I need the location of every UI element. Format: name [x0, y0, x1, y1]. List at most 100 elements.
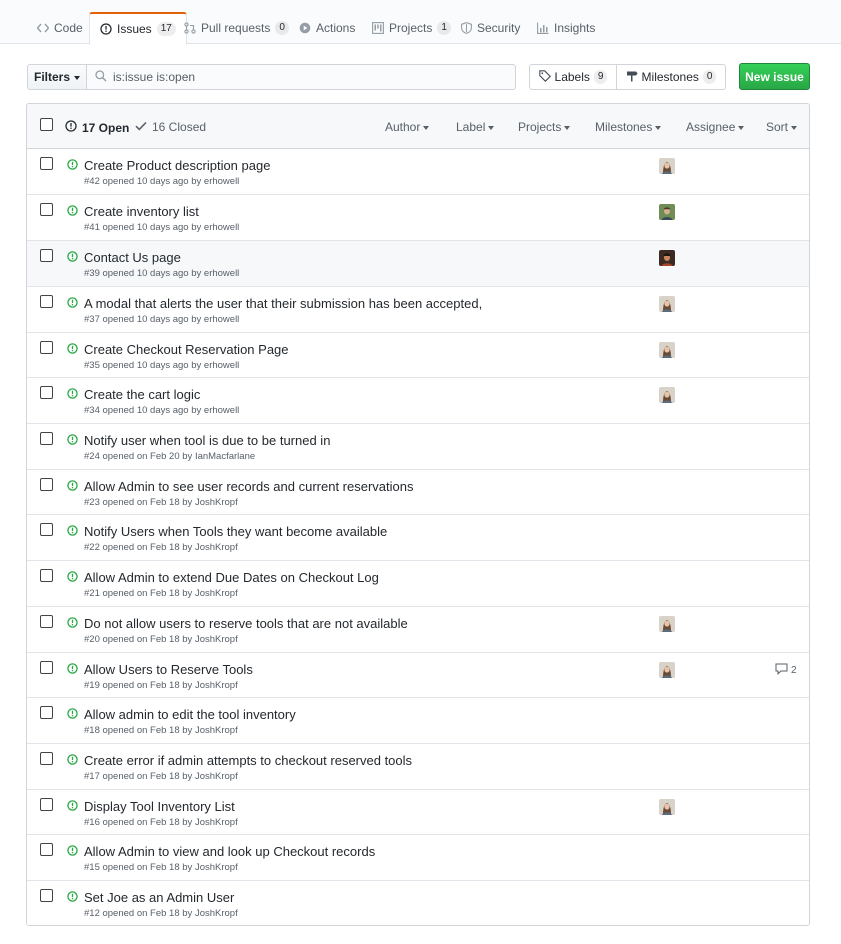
milestones-filter[interactable]: Milestones: [595, 120, 662, 134]
issue-author-link[interactable]: JoshKropf: [195, 497, 238, 508]
issue-checkbox[interactable]: [40, 295, 53, 308]
issue-author-link[interactable]: erhowell: [204, 268, 239, 279]
issue-author-link[interactable]: IanMacfarlane: [195, 451, 255, 462]
projects-filter[interactable]: Projects: [518, 120, 571, 134]
issue-title-link[interactable]: Allow Users to Reserve Tools: [84, 662, 253, 677]
open-issues-toggle[interactable]: 17 Open: [65, 120, 129, 135]
assignee-avatar[interactable]: [659, 616, 675, 632]
issue-title-link[interactable]: Notify user when tool is due to be turne…: [84, 433, 330, 448]
issue-title-link[interactable]: Allow Admin to view and look up Checkout…: [84, 844, 375, 859]
search-box[interactable]: [86, 64, 516, 90]
issue-row[interactable]: Allow Admin to extend Due Dates on Check…: [27, 561, 809, 607]
issue-row[interactable]: Create Checkout Reservation Page #35 open…: [27, 333, 809, 378]
label-filter[interactable]: Label: [456, 120, 495, 134]
issue-title-link[interactable]: Allow Admin to extend Due Dates on Check…: [84, 570, 379, 585]
issue-author-link[interactable]: erhowell: [204, 405, 239, 416]
issue-author-link[interactable]: JoshKropf: [195, 542, 238, 553]
issue-author-link[interactable]: JoshKropf: [195, 588, 238, 599]
issue-row[interactable]: Create error if admin attempts to checko…: [27, 744, 809, 790]
issue-row[interactable]: Allow Users to Reserve Tools #19 opened o…: [27, 653, 809, 698]
issue-row[interactable]: Set Joe as an Admin User #12 opened on Fe…: [27, 881, 809, 925]
issue-checkbox[interactable]: [40, 386, 53, 399]
issue-title-link[interactable]: Contact Us page: [84, 250, 181, 265]
tab-projects[interactable]: Projects 1: [362, 12, 461, 44]
filters-button[interactable]: Filters: [27, 64, 87, 90]
issue-checkbox[interactable]: [40, 523, 53, 536]
issue-author-link[interactable]: erhowell: [204, 360, 239, 371]
issue-title-link[interactable]: Create inventory list: [84, 204, 199, 219]
issue-author-link[interactable]: JoshKropf: [195, 771, 238, 782]
tab-pull-requests[interactable]: Pull requests 0: [174, 12, 299, 44]
issue-author-link[interactable]: erhowell: [204, 222, 239, 233]
issue-title-link[interactable]: Set Joe as an Admin User: [84, 890, 234, 905]
new-issue-button[interactable]: New issue: [739, 63, 810, 90]
issue-author-link[interactable]: erhowell: [204, 314, 239, 325]
issue-row[interactable]: Do not allow users to reserve tools that…: [27, 607, 809, 653]
issue-author-link[interactable]: JoshKropf: [195, 725, 238, 736]
closed-issues-toggle[interactable]: 16 Closed: [135, 120, 206, 134]
issue-checkbox[interactable]: [40, 889, 53, 902]
issue-checkbox[interactable]: [40, 615, 53, 628]
issue-row[interactable]: Create Product description page #42 opene…: [27, 149, 809, 195]
issue-author-link[interactable]: JoshKropf: [195, 634, 238, 645]
issue-author-link[interactable]: JoshKropf: [195, 817, 238, 828]
issue-checkbox[interactable]: [40, 478, 53, 491]
tab-code[interactable]: Code: [27, 12, 93, 44]
issue-row[interactable]: Notify user when tool is due to be turne…: [27, 424, 809, 470]
issue-title-link[interactable]: Allow Admin to see user records and curr…: [84, 479, 414, 494]
tab-insights[interactable]: Insights: [527, 12, 605, 44]
assignee-avatar[interactable]: [659, 799, 675, 815]
issue-checkbox[interactable]: [40, 203, 53, 216]
select-all-checkbox[interactable]: [40, 118, 53, 131]
comments-link[interactable]: 2: [775, 663, 797, 678]
assignee-avatar[interactable]: [659, 387, 675, 403]
tab-issues[interactable]: Issues 17: [89, 12, 187, 45]
issue-title-link[interactable]: Create error if admin attempts to checko…: [84, 753, 412, 768]
issue-row[interactable]: Notify Users when Tools they want become…: [27, 515, 809, 561]
issue-title-link[interactable]: Do not allow users to reserve tools that…: [84, 616, 408, 631]
issue-row[interactable]: Contact Us page #39 opened 10 days ago by…: [27, 241, 809, 287]
tab-security[interactable]: Security: [451, 12, 530, 44]
search-input[interactable]: [113, 70, 493, 84]
issue-title-link[interactable]: Create Product description page: [84, 158, 270, 173]
issue-row[interactable]: Display Tool Inventory List #16 opened on…: [27, 790, 809, 835]
assignee-avatar[interactable]: [659, 250, 675, 266]
assignee-filter[interactable]: Assignee: [686, 120, 745, 134]
issue-checkbox[interactable]: [40, 157, 53, 170]
issue-title-link[interactable]: Create Checkout Reservation Page: [84, 342, 289, 357]
issue-title-link[interactable]: A modal that alerts the user that their …: [84, 296, 482, 311]
issue-checkbox[interactable]: [40, 569, 53, 582]
sort-filter[interactable]: Sort: [766, 120, 798, 134]
issue-row[interactable]: Create the cart logic #34 opened 10 days …: [27, 378, 809, 424]
labels-button[interactable]: Labels 9: [529, 64, 617, 90]
issue-title-link[interactable]: Allow admin to edit the tool inventory: [84, 707, 296, 722]
milestones-button[interactable]: Milestones 0: [616, 64, 726, 90]
issue-author-link[interactable]: JoshKropf: [195, 908, 238, 919]
issue-row[interactable]: A modal that alerts the user that their …: [27, 287, 809, 333]
assignee-avatar[interactable]: [659, 296, 675, 312]
assignee-avatar[interactable]: [659, 342, 675, 358]
tab-actions[interactable]: Actions: [289, 12, 365, 44]
issue-author-link[interactable]: erhowell: [204, 176, 239, 187]
issue-title-link[interactable]: Display Tool Inventory List: [84, 799, 235, 814]
issue-checkbox[interactable]: [40, 249, 53, 262]
issue-author-link[interactable]: JoshKropf: [195, 862, 238, 873]
assignee-avatar[interactable]: [659, 204, 675, 220]
issue-checkbox[interactable]: [40, 798, 53, 811]
issue-title-link[interactable]: Create the cart logic: [84, 387, 200, 402]
issue-checkbox[interactable]: [40, 843, 53, 856]
author-filter[interactable]: Author: [385, 120, 430, 134]
issue-checkbox[interactable]: [40, 706, 53, 719]
assignee-avatar[interactable]: [659, 662, 675, 678]
issue-row[interactable]: Allow admin to edit the tool inventory #1…: [27, 698, 809, 744]
issue-title-link[interactable]: Notify Users when Tools they want become…: [84, 524, 387, 539]
issue-author-link[interactable]: JoshKropf: [195, 680, 238, 691]
issue-checkbox[interactable]: [40, 432, 53, 445]
assignee-avatar[interactable]: [659, 158, 675, 174]
issue-row[interactable]: Create inventory list #41 opened 10 days …: [27, 195, 809, 241]
issue-checkbox[interactable]: [40, 752, 53, 765]
issue-row[interactable]: Allow Admin to view and look up Checkout…: [27, 835, 809, 881]
issue-row[interactable]: Allow Admin to see user records and curr…: [27, 470, 809, 515]
issue-checkbox[interactable]: [40, 341, 53, 354]
issue-checkbox[interactable]: [40, 661, 53, 674]
